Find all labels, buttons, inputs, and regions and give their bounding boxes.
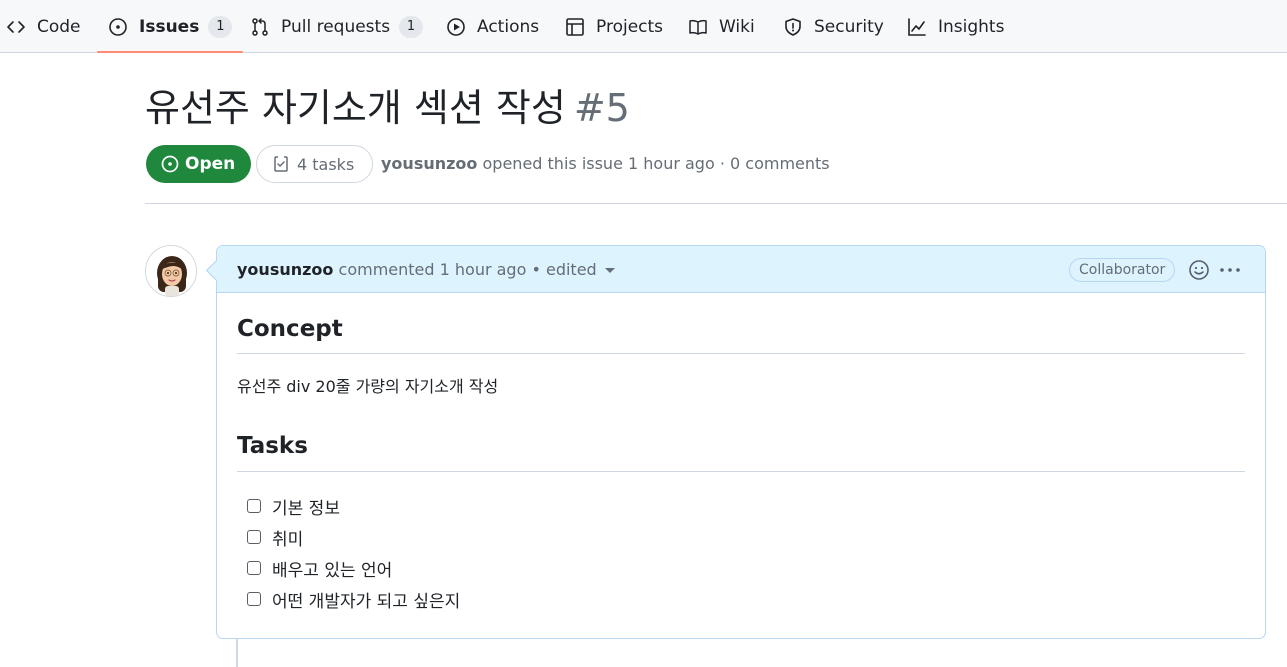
task-list-item: 취미 (247, 525, 304, 550)
tab-security-label: Security (814, 16, 884, 37)
task-label: 기본 정보 (272, 498, 340, 519)
comment-author-link[interactable]: yousunzoo (237, 260, 333, 279)
pull-requests-count-badge: 1 (399, 15, 424, 38)
book-icon (688, 17, 708, 37)
issue-number: #5 (573, 86, 630, 130)
tab-pull-requests[interactable]: Pull requests 1 (250, 0, 424, 53)
task-list-item: 배우고 있는 언어 (247, 556, 393, 581)
comment-head-text: yousunzoo commented 1 hour ago • edited (237, 259, 615, 281)
task-checkbox[interactable] (247, 561, 261, 575)
code-icon (6, 17, 26, 37)
tab-security[interactable]: Security (783, 0, 884, 53)
edit-history-dropdown[interactable] (604, 268, 615, 273)
heading-rule (237, 471, 1245, 472)
tab-issues-label: Issues (139, 16, 200, 37)
tab-pull-requests-label: Pull requests (281, 16, 391, 37)
tab-code[interactable]: Code (6, 0, 81, 53)
comment-meta-text: commented 1 hour ago • edited (338, 260, 597, 279)
tab-issues[interactable]: Issues 1 (96, 0, 244, 53)
task-list-item: 어떤 개발자가 되고 싶은지 (247, 587, 461, 612)
add-reaction-button[interactable] (1187, 258, 1211, 282)
tab-code-label: Code (37, 16, 81, 37)
heading-rule (237, 353, 1245, 354)
task-list-item: 기본 정보 (247, 494, 340, 519)
task-label: 배우고 있는 언어 (272, 560, 393, 581)
tab-projects[interactable]: Projects (565, 0, 663, 53)
tab-projects-label: Projects (596, 16, 664, 37)
comment-header: yousunzoo commented 1 hour ago • edited … (217, 246, 1265, 293)
tasks-progress-button[interactable]: 4 tasks (256, 145, 374, 183)
timeline-line (236, 638, 238, 667)
avatar[interactable] (145, 245, 197, 297)
issue-title-text: 유선주 자기소개 섹션 작성 (145, 86, 566, 130)
issue-comment: yousunzoo commented 1 hour ago • edited … (216, 245, 1266, 639)
task-checkbox[interactable] (247, 592, 261, 606)
issue-opened-icon (108, 17, 128, 37)
tasks-progress-label: 4 tasks (297, 154, 355, 174)
task-checkbox[interactable] (247, 530, 261, 544)
concept-paragraph: 유선주 div 20줄 가량의 자기소개 작성 (237, 377, 499, 396)
issue-state-badge: Open (146, 145, 252, 183)
graph-icon (907, 17, 927, 37)
heading-concept: Concept (237, 316, 343, 342)
tab-wiki-label: Wiki (719, 16, 755, 37)
tab-actions[interactable]: Actions (446, 0, 539, 53)
issue-opened-icon (161, 155, 179, 173)
tab-actions-label: Actions (477, 16, 540, 37)
smiley-icon (1189, 260, 1209, 280)
task-checkbox[interactable] (247, 499, 261, 513)
heading-tasks: Tasks (237, 433, 308, 459)
checklist-icon (274, 156, 288, 172)
play-icon (446, 17, 466, 37)
tab-insights-label: Insights (938, 16, 1005, 37)
task-label: 취미 (272, 529, 304, 550)
issue-meta: yousunzoo opened this issue 1 hour ago ·… (381, 153, 830, 175)
shield-icon (783, 17, 803, 37)
git-pull-request-icon (250, 17, 270, 37)
issue-meta-text: opened this issue 1 hour ago · 0 comment… (482, 154, 830, 173)
comment-options-button[interactable] (1217, 258, 1243, 282)
issue-state-label: Open (185, 154, 236, 174)
tab-wiki[interactable]: Wiki (688, 0, 755, 53)
issue-title: 유선주 자기소개 섹션 작성 #5 (145, 82, 630, 134)
issue-author-link[interactable]: yousunzoo (381, 154, 477, 173)
tab-insights[interactable]: Insights (907, 0, 1004, 53)
task-label: 어떤 개발자가 되고 싶은지 (272, 591, 461, 612)
author-role-badge: Collaborator (1069, 258, 1176, 282)
table-icon (565, 17, 585, 37)
issues-count-badge: 1 (208, 15, 233, 38)
avatar-image (146, 246, 196, 296)
repo-nav: Code Issues 1 Pull requests 1 Actions Pr… (0, 0, 1287, 53)
kebab-horizontal-icon (1220, 268, 1240, 272)
header-divider (145, 203, 1287, 204)
